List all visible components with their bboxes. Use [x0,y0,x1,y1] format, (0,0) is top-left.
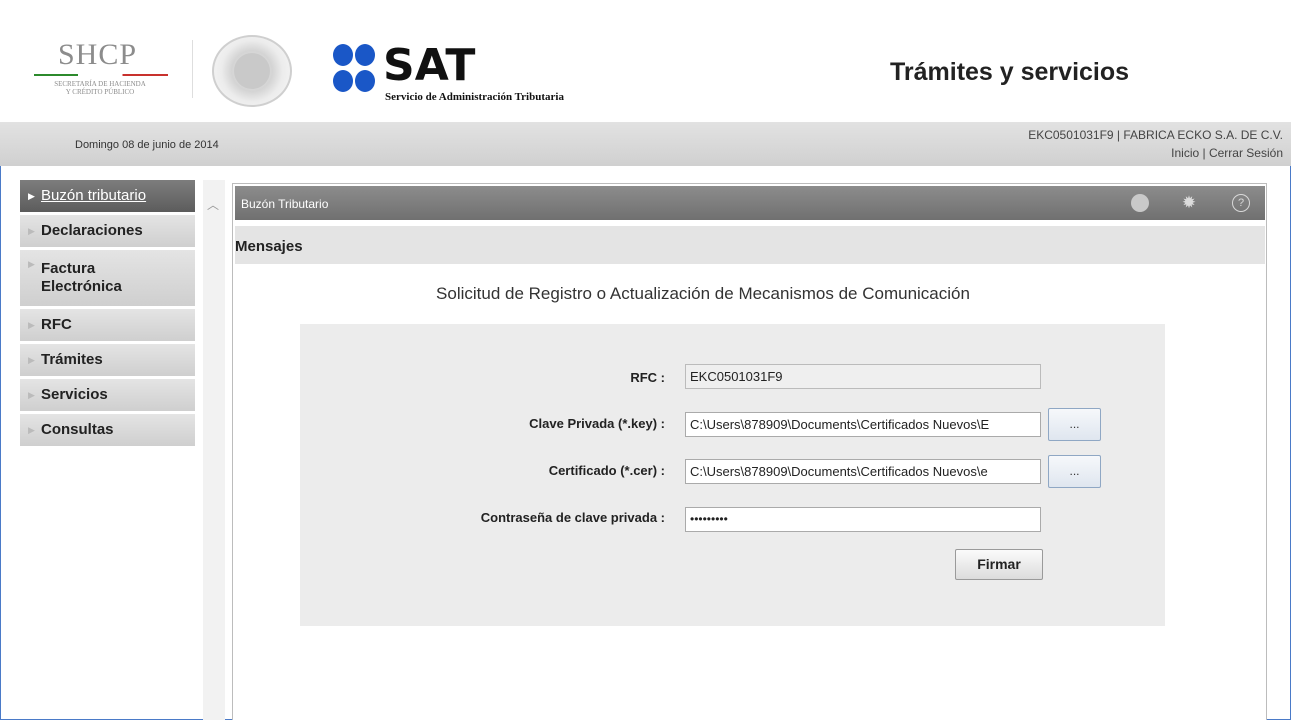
chevron-right-icon: ▶ [28,354,35,365]
info-bar: Domingo 08 de junio de 2014 EKC0501031F9… [0,122,1291,166]
sidebar-item-label: Declaraciones [41,222,143,239]
chevron-up-icon[interactable]: ︿ [207,196,219,213]
site-header: SHCP SECRETARÍA DE HACIENDA Y CRÉDITO PÚ… [0,0,1291,122]
page-title: Trámites y servicios [890,58,1130,86]
mexico-seal-icon [212,35,292,107]
chevron-right-icon: ▶ [28,319,35,330]
chevron-right-icon: ▶ [28,190,35,201]
sidebar-item-label: Trámites [41,351,103,368]
inicio-link[interactable]: Inicio [1171,146,1199,160]
panel-title: Buzón Tributario [241,197,329,211]
sidebar-item-label: RFC [41,316,72,333]
sat-logo-subtitle: Servicio de Administración Tributaria [385,91,564,103]
current-date: Domingo 08 de junio de 2014 [75,139,219,151]
sat-dots-icon [333,42,377,94]
certificate-field[interactable]: C:\Users\878909\Documents\Certificados N… [685,459,1041,484]
sidebar-item-label: Factura Electrónica [41,260,122,295]
browse-key-button[interactable]: ... [1048,408,1101,441]
header-divider [192,40,193,98]
sidebar-item-label: Servicios [41,386,108,403]
shcp-logo-text: SHCP [58,38,138,71]
user-identity: EKC0501031F9 | FABRICA ECKO S.A. DE C.V. [1028,128,1283,142]
certificate-label: Certificado (*.cer) : [548,463,665,478]
panel-title-bar: Buzón Tributario ✹ ? [235,186,1265,220]
sat-logo-text[interactable]: SAT [383,44,475,88]
sidebar-nav: ▶ Buzón tributario ▶ Declaraciones ▶ Fac… [20,180,195,449]
section-header: Mensajes [235,226,1265,264]
password-label: Contraseña de clave privada : [480,510,665,525]
rfc-field: EKC0501031F9 [685,364,1041,389]
link-separator: | [1199,146,1209,160]
help-icon[interactable]: ? [1232,194,1250,212]
shcp-logo[interactable]: SHCP SECRETARÍA DE HACIENDA Y CRÉDITO PÚ… [30,38,175,100]
rfc-label: RFC : [630,370,665,385]
signature-form: RFC : EKC0501031F9 Clave Privada (*.key)… [300,324,1165,626]
main-panel: Buzón Tributario ✹ ? Mensajes Solicitud … [232,183,1267,720]
sidebar-item-buzon-tributario[interactable]: ▶ Buzón tributario [20,180,195,212]
password-field[interactable]: ••••••••• [685,507,1041,532]
gear-icon[interactable]: ✹ [1180,194,1198,212]
session-links: Inicio | Cerrar Sesión [1171,146,1283,160]
sidebar-item-label: Consultas [41,421,114,438]
shcp-sub-line-1: SECRETARÍA DE HACIENDA [54,80,146,88]
firmar-button[interactable]: Firmar [955,549,1043,580]
sidebar-item-tramites[interactable]: ▶ Trámites [20,344,195,376]
private-key-label: Clave Privada (*.key) : [529,416,665,431]
cerrar-sesion-link[interactable]: Cerrar Sesión [1209,146,1283,160]
browse-certificate-button[interactable]: ... [1048,455,1101,488]
sidebar-item-rfc[interactable]: ▶ RFC [20,309,195,341]
shcp-logo-subtitle: SECRETARÍA DE HACIENDA Y CRÉDITO PÚBLICO [30,80,170,96]
shcp-sub-line-2: Y CRÉDITO PÚBLICO [65,88,135,96]
shcp-logo-rule [34,74,168,76]
status-circle-icon[interactable] [1131,194,1149,212]
sidebar-item-servicios[interactable]: ▶ Servicios [20,379,195,411]
chevron-right-icon: ▶ [28,389,35,400]
chevron-right-icon: ▶ [28,424,35,435]
sidebar-item-declaraciones[interactable]: ▶ Declaraciones [20,215,195,247]
form-title: Solicitud de Registro o Actualización de… [436,284,970,303]
sidebar-collapse-strip[interactable]: ︿ [203,180,225,720]
chevron-right-icon: ▶ [28,225,35,236]
chevron-right-icon: ▶ [28,259,35,269]
sidebar-item-consultas[interactable]: ▶ Consultas [20,414,195,446]
sidebar-item-factura-electronica[interactable]: ▶ Factura Electrónica [20,250,195,306]
sidebar-item-label: Buzón tributario [41,187,147,204]
section-title: Mensajes [235,238,303,255]
private-key-field[interactable]: C:\Users\878909\Documents\Certificados N… [685,412,1041,437]
